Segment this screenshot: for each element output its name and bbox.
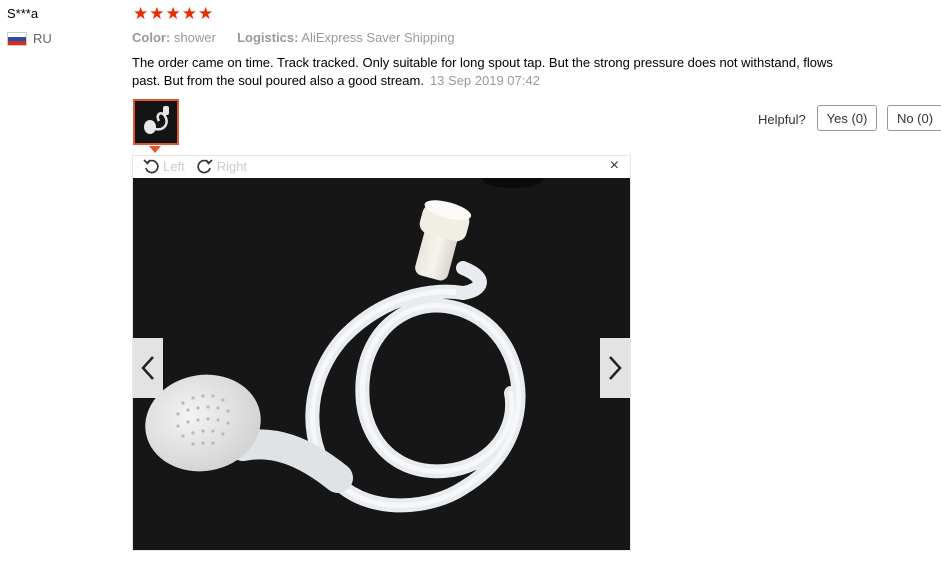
- helpful-yes-button[interactable]: Yes (0): [817, 105, 877, 131]
- review-photo: [133, 178, 630, 550]
- rotate-right-label: Right: [216, 158, 248, 174]
- logistics-label: Logistics:: [237, 30, 299, 45]
- reviewer-name: S***a: [7, 6, 39, 21]
- logistics-value: AliExpress Saver Shipping: [301, 30, 455, 45]
- chevron-left-icon: [141, 356, 154, 380]
- review-date: 13 Sep 2019 07:42: [429, 73, 540, 88]
- viewer-close-button[interactable]: ×: [610, 157, 619, 175]
- helpful-no-button[interactable]: No (0): [887, 105, 941, 131]
- star-icon: ★: [198, 4, 214, 23]
- helpful-label: Helpful?: [758, 112, 806, 127]
- star-icon: ★: [165, 4, 181, 23]
- star-icon: ★: [149, 4, 165, 23]
- reviewer-country: RU: [7, 31, 52, 46]
- review-body: The order came on time. Track tracked. O…: [132, 54, 852, 90]
- review-photo-thumbnail[interactable]: [133, 99, 179, 145]
- previous-photo-button[interactable]: [133, 338, 163, 398]
- color-label: Color:: [132, 30, 171, 45]
- next-photo-button[interactable]: [600, 338, 630, 398]
- order-meta: Color: shower Logistics: AliExpress Save…: [132, 30, 455, 45]
- chevron-right-icon: [609, 356, 622, 380]
- rating-stars: ★ ★ ★ ★ ★: [133, 5, 213, 23]
- rotate-left-button[interactable]: Left: [143, 158, 185, 174]
- star-icon: ★: [181, 4, 197, 23]
- country-code: RU: [33, 31, 52, 46]
- rotate-right-button[interactable]: Right: [197, 158, 247, 174]
- photo-viewer: Left Right ×: [132, 155, 631, 551]
- color-value: shower: [173, 30, 216, 45]
- thumbnail-pointer: [149, 146, 161, 153]
- rotate-left-icon: [143, 159, 159, 174]
- rotate-right-icon: [197, 159, 213, 174]
- star-icon: ★: [133, 4, 149, 23]
- viewer-toolbar: Left Right: [143, 158, 259, 174]
- russia-flag-icon: [7, 31, 27, 46]
- rotate-left-label: Left: [163, 158, 185, 174]
